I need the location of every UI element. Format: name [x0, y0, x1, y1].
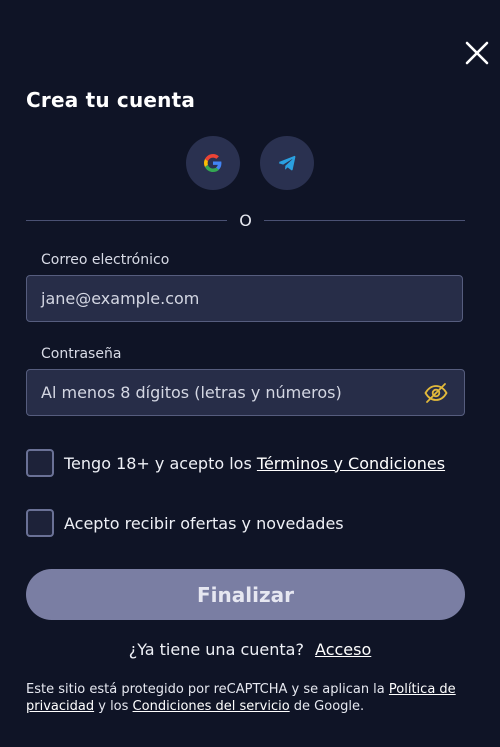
- offers-checkbox[interactable]: [26, 509, 54, 537]
- divider-text: O: [239, 210, 252, 230]
- recaptcha-prefix: Este sitio está protegido por reCAPTCHA …: [26, 682, 389, 697]
- terms-text: Tengo 18+ y acepto los Términos y Condic…: [64, 454, 445, 473]
- terms-label: Tengo 18+ y acepto los: [64, 453, 257, 473]
- email-label: Correo electrónico: [41, 252, 170, 268]
- eye-off-icon: [424, 383, 448, 403]
- social-login-row: [0, 136, 500, 190]
- google-login-button[interactable]: [186, 136, 240, 190]
- email-field[interactable]: jane@example.com: [26, 275, 463, 322]
- recaptcha-suffix: de Google.: [289, 699, 365, 714]
- telegram-icon: [278, 155, 296, 171]
- email-value: jane@example.com: [41, 289, 200, 308]
- password-placeholder: Al menos 8 dígitos (letras y números): [41, 383, 342, 402]
- telegram-login-button[interactable]: [260, 136, 314, 190]
- recaptcha-notice: Este sitio está protegido por reCAPTCHA …: [26, 681, 466, 715]
- google-icon: [204, 154, 222, 172]
- divider-line-right: [263, 219, 465, 221]
- or-divider: O: [26, 209, 465, 231]
- terms-link[interactable]: Términos y Condiciones: [257, 454, 445, 473]
- recaptcha-middle: y los: [94, 699, 133, 714]
- offers-row: Acepto recibir ofertas y novedades: [26, 509, 344, 537]
- password-field[interactable]: Al menos 8 dígitos (letras y números): [26, 369, 465, 416]
- divider-line-left: [26, 219, 228, 221]
- terms-checkbox[interactable]: [26, 449, 54, 477]
- offers-label: Acepto recibir ofertas y novedades: [64, 513, 344, 533]
- toggle-password-visibility-button[interactable]: [424, 382, 448, 408]
- page-title: Crea tu cuenta: [26, 88, 196, 112]
- close-button[interactable]: [464, 40, 490, 66]
- login-prompt: ¿Ya tiene una cuenta? Acceso: [0, 640, 500, 659]
- terms-row: Tengo 18+ y acepto los Términos y Condic…: [26, 449, 445, 477]
- password-label: Contraseña: [41, 346, 122, 362]
- close-icon: [465, 41, 489, 65]
- finalize-button[interactable]: Finalizar: [26, 569, 465, 620]
- login-link[interactable]: Acceso: [315, 640, 371, 659]
- terms-of-service-link[interactable]: Condiciones del servicio: [133, 699, 290, 714]
- account-question: ¿Ya tiene una cuenta?: [128, 640, 304, 659]
